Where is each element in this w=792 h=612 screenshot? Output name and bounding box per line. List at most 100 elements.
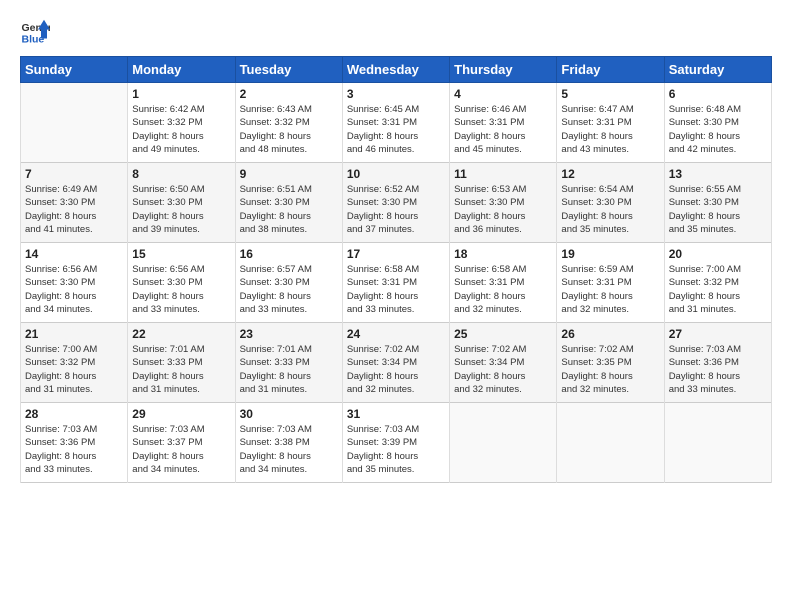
day-info: Sunrise: 6:45 AM Sunset: 3:31 PM Dayligh… [347, 103, 445, 156]
logo-icon: General Blue [20, 16, 50, 46]
calendar-cell: 1 Sunrise: 6:42 AM Sunset: 3:32 PM Daylig… [128, 83, 235, 163]
calendar-cell: 17 Sunrise: 6:58 AM Sunset: 3:31 PM Dayli… [342, 243, 449, 323]
calendar-cell: 16 Sunrise: 6:57 AM Sunset: 3:30 PM Dayli… [235, 243, 342, 323]
day-number: 1 [132, 87, 230, 101]
day-info: Sunrise: 6:53 AM Sunset: 3:30 PM Dayligh… [454, 183, 552, 236]
day-info: Sunrise: 6:48 AM Sunset: 3:30 PM Dayligh… [669, 103, 767, 156]
day-info: Sunrise: 7:03 AM Sunset: 3:39 PM Dayligh… [347, 423, 445, 476]
day-info: Sunrise: 7:01 AM Sunset: 3:33 PM Dayligh… [240, 343, 338, 396]
calendar-week-1: 1 Sunrise: 6:42 AM Sunset: 3:32 PM Daylig… [21, 83, 772, 163]
day-info: Sunrise: 7:03 AM Sunset: 3:36 PM Dayligh… [669, 343, 767, 396]
day-number: 12 [561, 167, 659, 181]
day-info: Sunrise: 7:03 AM Sunset: 3:38 PM Dayligh… [240, 423, 338, 476]
day-number: 11 [454, 167, 552, 181]
calendar-cell: 13 Sunrise: 6:55 AM Sunset: 3:30 PM Dayli… [664, 163, 771, 243]
weekday-header-friday: Friday [557, 57, 664, 83]
day-number: 20 [669, 247, 767, 261]
calendar-cell: 26 Sunrise: 7:02 AM Sunset: 3:35 PM Dayli… [557, 323, 664, 403]
day-number: 24 [347, 327, 445, 341]
calendar-cell: 9 Sunrise: 6:51 AM Sunset: 3:30 PM Daylig… [235, 163, 342, 243]
calendar-week-5: 28 Sunrise: 7:03 AM Sunset: 3:36 PM Dayli… [21, 403, 772, 483]
calendar-cell: 22Sunrise: 7:01 AM Sunset: 3:33 PM Dayli… [128, 323, 235, 403]
calendar-cell [557, 403, 664, 483]
calendar-cell: 24 Sunrise: 7:02 AM Sunset: 3:34 PM Dayli… [342, 323, 449, 403]
calendar-cell: 6 Sunrise: 6:48 AM Sunset: 3:30 PM Daylig… [664, 83, 771, 163]
day-info: Sunrise: 6:58 AM Sunset: 3:31 PM Dayligh… [454, 263, 552, 316]
logo: General Blue [20, 16, 54, 46]
calendar-cell: 3 Sunrise: 6:45 AM Sunset: 3:31 PM Daylig… [342, 83, 449, 163]
weekday-header-tuesday: Tuesday [235, 57, 342, 83]
day-info: Sunrise: 6:56 AM Sunset: 3:30 PM Dayligh… [132, 263, 230, 316]
calendar-cell: 25 Sunrise: 7:02 AM Sunset: 3:34 PM Dayli… [450, 323, 557, 403]
day-info: Sunrise: 6:56 AM Sunset: 3:30 PM Dayligh… [25, 263, 123, 316]
calendar-week-3: 14Sunrise: 6:56 AM Sunset: 3:30 PM Dayli… [21, 243, 772, 323]
day-number: 19 [561, 247, 659, 261]
calendar-cell: 21 Sunrise: 7:00 AM Sunset: 3:32 PM Dayli… [21, 323, 128, 403]
weekday-header-sunday: Sunday [21, 57, 128, 83]
calendar-cell: 28 Sunrise: 7:03 AM Sunset: 3:36 PM Dayli… [21, 403, 128, 483]
day-number: 27 [669, 327, 767, 341]
day-number: 26 [561, 327, 659, 341]
day-info: Sunrise: 7:02 AM Sunset: 3:34 PM Dayligh… [347, 343, 445, 396]
calendar-week-4: 21 Sunrise: 7:00 AM Sunset: 3:32 PM Dayli… [21, 323, 772, 403]
day-number: 6 [669, 87, 767, 101]
calendar-cell: 5Sunrise: 6:47 AM Sunset: 3:31 PM Daylig… [557, 83, 664, 163]
day-number: 15 [132, 247, 230, 261]
day-number: 18 [454, 247, 552, 261]
day-info: Sunrise: 6:46 AM Sunset: 3:31 PM Dayligh… [454, 103, 552, 156]
day-number: 21 [25, 327, 123, 341]
day-number: 23 [240, 327, 338, 341]
calendar-cell: 18 Sunrise: 6:58 AM Sunset: 3:31 PM Dayli… [450, 243, 557, 323]
day-number: 5 [561, 87, 659, 101]
day-info: Sunrise: 7:03 AM Sunset: 3:36 PM Dayligh… [25, 423, 123, 476]
day-info: Sunrise: 7:03 AM Sunset: 3:37 PM Dayligh… [132, 423, 230, 476]
day-info: Sunrise: 6:57 AM Sunset: 3:30 PM Dayligh… [240, 263, 338, 316]
weekday-header-monday: Monday [128, 57, 235, 83]
day-number: 25 [454, 327, 552, 341]
day-number: 31 [347, 407, 445, 421]
day-info: Sunrise: 6:58 AM Sunset: 3:31 PM Dayligh… [347, 263, 445, 316]
weekday-header-thursday: Thursday [450, 57, 557, 83]
day-number: 30 [240, 407, 338, 421]
header: General Blue [20, 16, 772, 46]
calendar-cell: 15 Sunrise: 6:56 AM Sunset: 3:30 PM Dayli… [128, 243, 235, 323]
main-container: General Blue SundayMondayTuesdayWednesda… [0, 0, 792, 493]
day-info: Sunrise: 7:02 AM Sunset: 3:35 PM Dayligh… [561, 343, 659, 396]
day-info: Sunrise: 7:01 AM Sunset: 3:33 PM Dayligh… [132, 343, 230, 396]
calendar-cell [450, 403, 557, 483]
day-info: Sunrise: 7:00 AM Sunset: 3:32 PM Dayligh… [25, 343, 123, 396]
calendar-cell: 2Sunrise: 6:43 AM Sunset: 3:32 PM Daylig… [235, 83, 342, 163]
calendar-cell: 23 Sunrise: 7:01 AM Sunset: 3:33 PM Dayli… [235, 323, 342, 403]
svg-text:Blue: Blue [22, 33, 45, 45]
day-number: 13 [669, 167, 767, 181]
day-info: Sunrise: 6:51 AM Sunset: 3:30 PM Dayligh… [240, 183, 338, 236]
day-number: 9 [240, 167, 338, 181]
calendar-cell: 14Sunrise: 6:56 AM Sunset: 3:30 PM Dayli… [21, 243, 128, 323]
day-info: Sunrise: 6:54 AM Sunset: 3:30 PM Dayligh… [561, 183, 659, 236]
day-number: 29 [132, 407, 230, 421]
day-info: Sunrise: 7:02 AM Sunset: 3:34 PM Dayligh… [454, 343, 552, 396]
day-info: Sunrise: 6:49 AM Sunset: 3:30 PM Dayligh… [25, 183, 123, 236]
day-number: 3 [347, 87, 445, 101]
day-info: Sunrise: 6:59 AM Sunset: 3:31 PM Dayligh… [561, 263, 659, 316]
calendar-cell: 30 Sunrise: 7:03 AM Sunset: 3:38 PM Dayli… [235, 403, 342, 483]
calendar-cell: 29 Sunrise: 7:03 AM Sunset: 3:37 PM Dayli… [128, 403, 235, 483]
day-number: 2 [240, 87, 338, 101]
day-info: Sunrise: 6:55 AM Sunset: 3:30 PM Dayligh… [669, 183, 767, 236]
day-number: 10 [347, 167, 445, 181]
day-number: 7 [25, 167, 123, 181]
day-info: Sunrise: 6:42 AM Sunset: 3:32 PM Dayligh… [132, 103, 230, 156]
calendar-cell: 27 Sunrise: 7:03 AM Sunset: 3:36 PM Dayli… [664, 323, 771, 403]
day-number: 17 [347, 247, 445, 261]
day-number: 28 [25, 407, 123, 421]
calendar-cell: 31 Sunrise: 7:03 AM Sunset: 3:39 PM Dayli… [342, 403, 449, 483]
calendar-cell: 10Sunrise: 6:52 AM Sunset: 3:30 PM Dayli… [342, 163, 449, 243]
day-info: Sunrise: 7:00 AM Sunset: 3:32 PM Dayligh… [669, 263, 767, 316]
calendar-table: SundayMondayTuesdayWednesdayThursdayFrid… [20, 56, 772, 483]
calendar-cell: 4Sunrise: 6:46 AM Sunset: 3:31 PM Daylig… [450, 83, 557, 163]
calendar-week-2: 7 Sunrise: 6:49 AM Sunset: 3:30 PM Daylig… [21, 163, 772, 243]
weekday-header-row: SundayMondayTuesdayWednesdayThursdayFrid… [21, 57, 772, 83]
calendar-cell: 11 Sunrise: 6:53 AM Sunset: 3:30 PM Dayli… [450, 163, 557, 243]
calendar-cell: 7 Sunrise: 6:49 AM Sunset: 3:30 PM Daylig… [21, 163, 128, 243]
day-number: 16 [240, 247, 338, 261]
